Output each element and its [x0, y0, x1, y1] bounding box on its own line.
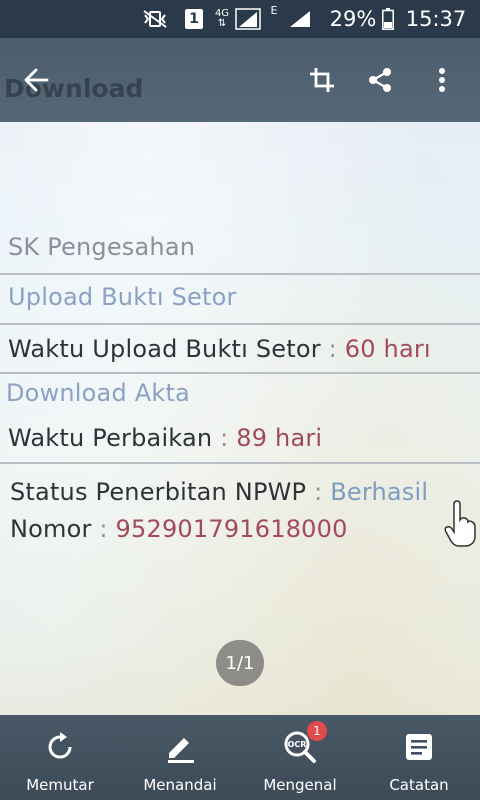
- waktu-perbaikan-label: Waktu Perbaikan: [8, 424, 213, 452]
- hand-cursor-icon: [444, 500, 478, 552]
- waktu-upload-row: Waktu Upload Buktı Setor : 60 harı: [8, 335, 431, 363]
- nomor-label: Nomor: [10, 515, 92, 543]
- ocr-badge: 1: [307, 721, 327, 741]
- ocr-button[interactable]: OCR 1 Mengenal: [245, 715, 355, 800]
- data-type: E: [270, 4, 278, 17]
- clock: 15:37: [405, 7, 467, 31]
- separator: :: [91, 515, 116, 543]
- divider: [0, 372, 480, 374]
- rotate-icon: [43, 730, 77, 764]
- waktu-perbaikan-value: 89 hari: [236, 424, 323, 452]
- battery-icon: [380, 6, 396, 32]
- waktu-upload-value: 60 harı: [344, 335, 431, 363]
- waktu-upload-label: Waktu Upload Buktı Setor: [8, 335, 321, 363]
- status-npwp-row: Status Penerbitan NPWP : Berhasil: [10, 478, 428, 506]
- divider: [0, 462, 480, 464]
- pencil-icon: [163, 730, 197, 764]
- mark-label: Menandai: [143, 776, 217, 794]
- network-type: 4G ⇅: [214, 8, 230, 29]
- divider: [0, 323, 480, 325]
- notes-button[interactable]: Catatan: [364, 715, 474, 800]
- bottom-toolbar: Memutar Menandai OCR 1 Mengenal Catatan: [0, 715, 480, 800]
- separator: :: [212, 424, 237, 452]
- back-arrow-icon[interactable]: [14, 58, 58, 102]
- ocr-label: Mengenal: [263, 776, 337, 794]
- status-bar: 1 4G ⇅ E 29% 15:37: [0, 0, 480, 38]
- crop-icon[interactable]: [300, 58, 344, 102]
- notes-label: Catatan: [389, 776, 449, 794]
- waktu-perbaikan-row: Waktu Perbaikan : 89 hari: [8, 424, 322, 452]
- svg-text:OCR: OCR: [288, 740, 307, 749]
- separator: :: [320, 335, 345, 363]
- notes-icon: [402, 730, 436, 764]
- nomor-value: 952901791618000: [115, 515, 348, 543]
- mark-button[interactable]: Menandai: [125, 715, 235, 800]
- sim-indicator: 1: [184, 6, 204, 32]
- status-npwp-label: Status Penerbitan NPWP: [10, 478, 307, 506]
- rotate-button[interactable]: Memutar: [5, 715, 115, 800]
- share-icon[interactable]: [358, 58, 402, 102]
- signal-icon: [234, 6, 262, 32]
- separator: :: [306, 478, 331, 506]
- upload-bukti-setor-link: Upload Buktı Setor: [8, 283, 237, 311]
- page-indicator: 1/1: [216, 640, 264, 686]
- divider: [0, 273, 480, 275]
- vibrate-mute-icon: [140, 6, 170, 32]
- download-akta-link: Download Akta: [6, 379, 190, 407]
- signal-2-icon: [286, 6, 314, 32]
- rotate-label: Memutar: [26, 776, 94, 794]
- status-npwp-value: Berhasil: [330, 478, 429, 506]
- sk-pengesahan-link: SK Pengesahan: [8, 233, 196, 261]
- app-bar: Download: [0, 38, 480, 122]
- more-vert-icon[interactable]: [420, 58, 464, 102]
- nomor-row: Nomor : 952901791618000: [10, 515, 348, 543]
- battery-percent: 29%: [329, 7, 377, 31]
